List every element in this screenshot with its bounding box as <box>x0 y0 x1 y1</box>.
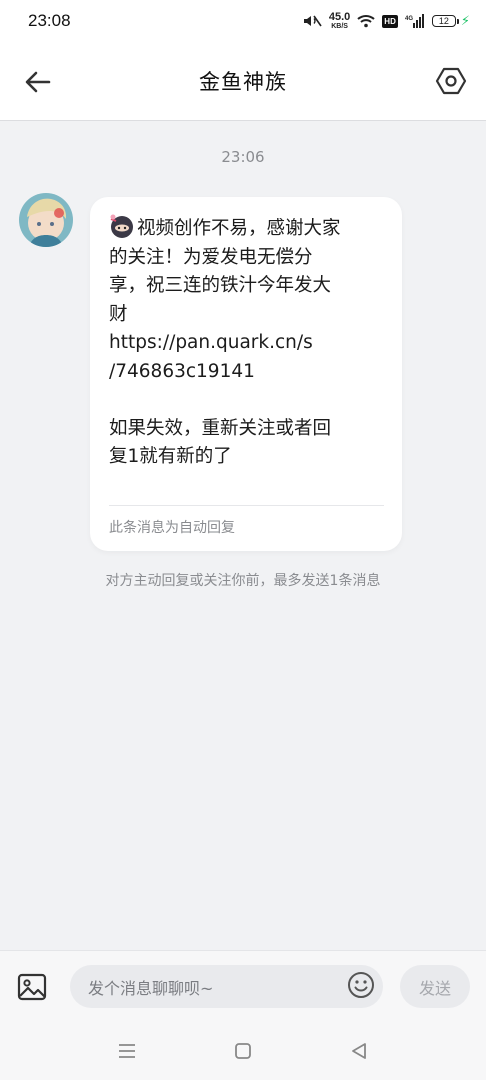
arrow-left-icon[interactable] <box>22 66 54 98</box>
status-bar: 23:08 45.0 KB/S HD 4G 12 ⚡ <box>0 0 486 42</box>
send-button[interactable]: 发送 <box>400 965 470 1008</box>
avatar[interactable] <box>19 193 73 247</box>
message-input[interactable]: 发个消息聊聊呗~ <box>70 965 383 1008</box>
message-line: 享，祝三连的铁汁今年发大 <box>109 275 332 296</box>
message-timestamp: 23:06 <box>221 148 265 166</box>
message-text: 视频创作不易，感谢大家 <box>137 218 341 239</box>
message-line: 财 <box>109 303 128 325</box>
battery-icon: 12 ⚡ <box>431 13 470 29</box>
message-line: 视频创作不易，感谢大家 <box>109 213 384 244</box>
message-line: 如果失效，重新关注或者回 <box>109 417 332 439</box>
image-icon[interactable] <box>16 971 48 1003</box>
signal-icon: 4G <box>405 14 424 28</box>
net-speed-value: 45.0 <box>328 11 351 23</box>
menu-icon[interactable] <box>116 1040 138 1062</box>
net-speed: 45.0 KB/S <box>328 11 351 31</box>
home-icon[interactable] <box>232 1040 254 1062</box>
svg-text:4G: 4G <box>405 16 413 22</box>
net-speed-unit: KB/S <box>331 23 348 30</box>
message-link[interactable]: https://pan.quark.cn/s <box>109 329 384 358</box>
hexagon-gear-icon[interactable] <box>434 64 468 98</box>
smiley-icon[interactable] <box>346 970 376 1000</box>
message-bubble[interactable]: 视频创作不易，感谢大家 的关注！为爱发电无偿分 享，祝三连的铁汁今年发大 财 h… <box>90 197 402 551</box>
status-icons: 45.0 KB/S HD 4G 12 ⚡ <box>302 12 470 30</box>
ninja-emoji-icon <box>110 214 133 238</box>
message-line <box>109 386 384 415</box>
input-bar: 发个消息聊聊呗~ 发送 <box>0 950 486 1023</box>
bubble-divider <box>109 505 384 506</box>
charging-icon: ⚡ <box>460 13 470 29</box>
hd-badge: HD <box>382 14 398 28</box>
message-line: 复1就有新的了 <box>109 446 232 467</box>
status-time: 23:08 <box>28 11 71 30</box>
message-line: 的关注！为爱发电无偿分 <box>109 246 313 268</box>
mute-icon <box>303 15 322 27</box>
battery-level: 12 <box>431 15 456 27</box>
message-limit-notice: 对方主动回复或关注你前，最多发送1条消息 <box>105 573 381 589</box>
message-link[interactable]: /746863c19141 <box>109 358 384 387</box>
back-triangle-icon[interactable] <box>348 1040 370 1062</box>
chat-header: 金鱼神族 <box>0 42 486 121</box>
wifi-icon <box>357 15 375 28</box>
page-title: 金鱼神族 <box>199 70 287 94</box>
avatar-image <box>19 193 73 247</box>
auto-reply-label: 此条消息为自动回复 <box>109 520 235 536</box>
system-nav-bar <box>0 1022 486 1080</box>
